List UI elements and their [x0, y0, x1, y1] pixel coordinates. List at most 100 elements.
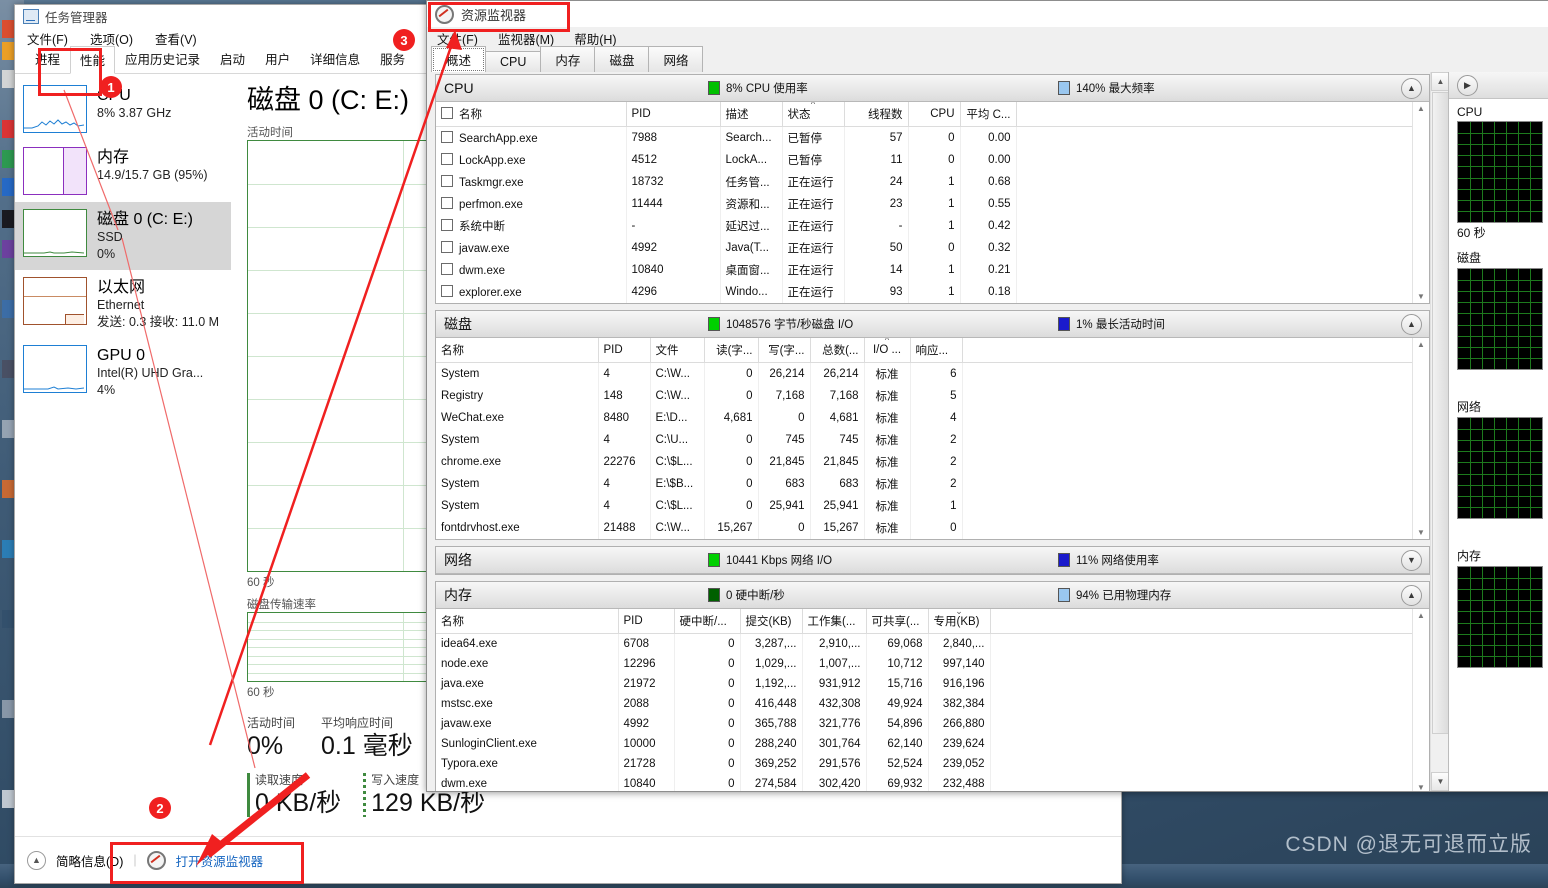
col-name[interactable]: 名称 [436, 609, 619, 634]
col-response[interactable]: 响应... [910, 338, 963, 363]
col-cpu[interactable]: CPU [908, 102, 961, 127]
col-status-label: 状态 [787, 109, 811, 121]
table-row[interactable]: System 4 C:\W... 0 26,214 26,214 标准 6 [436, 362, 1412, 385]
col-pid[interactable]: PID [598, 338, 651, 363]
chevron-down-icon[interactable]: ▼ [1401, 549, 1422, 571]
table-row[interactable]: SunloginClient.exe 10000 0 288,240 301,764 62… [436, 734, 1412, 754]
cpu-process-table: 名称 PID 描述 ^ 状态 线程数 CPU 平均 C... SearchApp.… [436, 102, 1412, 303]
table-row[interactable]: System 4 C:\U... 0 745 745 标准 2 [436, 429, 1412, 451]
table-row[interactable]: javaw.exe 4992 0 365,788 321,776 54,896 266,88… [436, 714, 1412, 734]
row-checkbox[interactable] [441, 197, 453, 209]
fewer-details-label[interactable]: 简略信息(D) [56, 851, 123, 870]
col-working-set[interactable]: 工作集(... [802, 609, 867, 634]
tab-app-history[interactable]: 应用历史记录 [115, 45, 210, 73]
table-row[interactable]: perfmon.exe 11444 资源和... 正在运行 23 1 0.55 [436, 193, 1412, 215]
col-avg-cpu[interactable]: 平均 C... [960, 102, 1017, 127]
scrollbar-thumb[interactable] [1432, 92, 1449, 734]
scroll-down-icon[interactable]: ▼ [1417, 783, 1425, 791]
open-resource-monitor-link[interactable]: 打开资源监视器 [176, 851, 264, 870]
tab-overview[interactable]: 概述 [431, 46, 487, 73]
tab-cpu[interactable]: CPU [485, 51, 542, 72]
overview-vertical-scrollbar[interactable]: ▲ ▼ [1430, 72, 1450, 791]
select-all-checkbox[interactable] [441, 107, 453, 119]
table-row[interactable]: dwm.exe 10840 桌面窗... 正在运行 14 1 0.21 [436, 259, 1412, 281]
table-row[interactable]: 系统中断 - 延迟过... 正在运行 -1 0.42 [436, 215, 1412, 237]
scroll-up-icon[interactable]: ▲ [1417, 104, 1425, 113]
sidebar-item-gpu[interactable]: GPU 0 Intel(R) UHD Gra... 4% [15, 338, 231, 406]
sidebar-item-cpu[interactable]: CPU 8% 3.87 GHz [15, 78, 231, 140]
table-row[interactable]: dwm.exe 10840 0 274,584 302,420 69,932 232,488 [436, 774, 1412, 791]
table-row[interactable]: SearchApp.exe 7988 Search... 已暂停 57 0 0.00 [436, 126, 1412, 149]
col-total[interactable]: 总数(... [810, 338, 865, 363]
table-row[interactable]: chrome.exe 22276 C:\$L... 0 21,845 21,845 标准 2 [436, 451, 1412, 473]
col-file[interactable]: 文件 [650, 338, 705, 363]
table-row[interactable]: javaw.exe 4992 Java(T... 正在运行 50 0 0.32 [436, 237, 1412, 259]
table-row[interactable]: explorer.exe 4296 Windo... 正在运行 93 1 0.18 [436, 281, 1412, 303]
table-row[interactable]: Registry 148 C:\W... 0 7,168 7,168 标准 5 [436, 385, 1412, 407]
scroll-up-icon[interactable]: ▲ [1417, 611, 1425, 620]
network-panel-header[interactable]: 网络 10441 Kbps 网络 I/O 11% 网络使用率 ▼ [436, 547, 1429, 574]
col-pid[interactable]: PID [618, 609, 675, 634]
col-name[interactable]: 名称 [436, 102, 627, 127]
col-private[interactable]: ⌄ 专用(KB) [928, 609, 991, 634]
row-checkbox[interactable] [441, 153, 453, 165]
sidebar-item-memory[interactable]: 内存 14.9/15.7 GB (95%) [15, 140, 231, 202]
col-read[interactable]: 读(字... [704, 338, 759, 363]
sidebar-item-disk[interactable]: 磁盘 0 (C: E:) SSD 0% [15, 202, 231, 270]
chevron-up-icon[interactable]: ▲ [1401, 77, 1422, 99]
menu-monitor[interactable]: 监视器(M) [498, 29, 554, 48]
table-row[interactable]: Taskmgr.exe 18732 任务管... 正在运行 24 1 0.68 [436, 171, 1412, 193]
cpu-table-scrollbar[interactable]: ▲ ▼ [1412, 102, 1429, 303]
col-threads[interactable]: 线程数 [844, 102, 909, 127]
tab-startup[interactable]: 启动 [210, 45, 255, 73]
row-checkbox[interactable] [441, 219, 453, 231]
table-row[interactable]: WeChat.exe 8480 E:\D... 4,681 0 4,681 标准 4 [436, 407, 1412, 429]
table-row[interactable]: java.exe 21972 0 1,192,... 931,912 15,716 916,… [436, 674, 1412, 694]
table-row[interactable]: System 4 C:\$L... 0 25,941 25,941 标准 1 [436, 495, 1412, 517]
cpu-panel-header[interactable]: CPU 8% CPU 使用率 140% 最大频率 ▲ [436, 75, 1429, 102]
table-row[interactable]: node.exe 12296 0 1,029,... 1,007,... 10,712 99… [436, 654, 1412, 674]
table-row[interactable]: idea64.exe 6708 0 3,287,... 2,910,... 69,068 2… [436, 633, 1412, 654]
row-checkbox[interactable] [441, 285, 453, 297]
scroll-up-icon[interactable]: ▲ [1417, 340, 1425, 349]
chevron-right-icon[interactable]: ▶ [1457, 74, 1478, 96]
tab-memory[interactable]: 内存 [540, 46, 596, 72]
col-description[interactable]: 描述 [720, 102, 783, 127]
memory-panel-header[interactable]: 内存 0 硬中断/秒 94% 已用物理内存 ▲ [436, 582, 1429, 609]
col-name[interactable]: 名称 [436, 338, 599, 363]
scroll-down-icon[interactable]: ▼ [1417, 528, 1425, 537]
tab-disk[interactable]: 磁盘 [594, 46, 650, 72]
sidebar-item-ethernet[interactable]: 以太网 Ethernet 发送: 0.3 接收: 11.0 M [15, 270, 231, 338]
tab-performance[interactable]: 性能 [70, 46, 116, 74]
col-hard-faults[interactable]: 硬中断/... [674, 609, 741, 634]
col-pid[interactable]: PID [626, 102, 721, 127]
col-write[interactable]: 写(字... [758, 338, 811, 363]
tab-processes[interactable]: 进程 [25, 45, 70, 73]
table-row[interactable]: Typora.exe 21728 0 369,252 291,576 52,524 239,… [436, 754, 1412, 774]
table-row[interactable]: System 4 E:\$B... 0 683 683 标准 2 [436, 473, 1412, 495]
scroll-down-icon[interactable]: ▼ [1417, 292, 1425, 301]
col-commit[interactable]: 提交(KB) [740, 609, 803, 634]
table-row[interactable]: LockApp.exe 4512 LockA... 已暂停 11 0 0.00 [436, 149, 1412, 171]
col-shareable[interactable]: 可共享(... [866, 609, 929, 634]
cell-filler [962, 385, 1412, 407]
menu-help[interactable]: 帮助(H) [574, 29, 616, 48]
menu-file[interactable]: 文件(F) [437, 29, 478, 48]
table-row[interactable]: fontdrvhost.exe 21488 C:\W... 15,267 0 15,267… [436, 517, 1412, 539]
table-row[interactable]: mstsc.exe 2088 0 416,448 432,308 49,924 382,38… [436, 694, 1412, 714]
memory-table-scrollbar[interactable]: ▲ ▼ [1412, 609, 1429, 791]
row-checkbox[interactable] [441, 131, 453, 143]
row-checkbox[interactable] [441, 263, 453, 275]
row-checkbox[interactable] [441, 241, 453, 253]
tab-network[interactable]: 网络 [648, 46, 704, 72]
chevron-up-icon[interactable]: ▲ [1401, 313, 1422, 335]
disk-panel-header[interactable]: 磁盘 1048576 字节/秒磁盘 I/O 1% 最长活动时间 ▲ [436, 311, 1429, 338]
col-io-priority[interactable]: ^ I/O ... [864, 338, 911, 363]
tab-users[interactable]: 用户 [255, 45, 300, 73]
col-status[interactable]: ^ 状态 [782, 102, 845, 127]
chevron-up-icon[interactable]: ▲ [27, 850, 46, 870]
row-checkbox[interactable] [441, 175, 453, 187]
disk-table-scrollbar[interactable]: ▲ ▼ [1412, 338, 1429, 539]
tab-details[interactable]: 详细信息 [300, 45, 370, 73]
chevron-up-icon[interactable]: ▲ [1401, 584, 1422, 606]
